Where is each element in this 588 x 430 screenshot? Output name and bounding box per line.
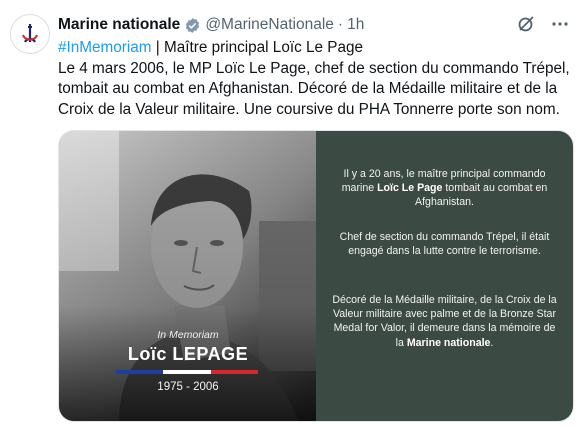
memorial-label: In Memoriam [157, 329, 219, 341]
tweet-text: #InMemoriam | Maître principal Loïc Le P… [58, 38, 578, 120]
memorial-years: 1975 - 2006 [157, 381, 219, 393]
panel-paragraph-2: Chef de section du commando Trépel, il é… [339, 231, 550, 258]
tweet-header: Marine nationale @MarineNationale · 1h [58, 14, 568, 36]
hashtag-link[interactable]: #InMemoriam [58, 39, 152, 56]
panel-paragraph-3: Décoré de la Médaille militaire, de la C… [332, 294, 557, 349]
french-flag-stripe [116, 370, 258, 374]
memorial-photo[interactable]: In Memoriam Loïc LEPAGE 1975 - 2006 [59, 131, 316, 421]
tweet-card[interactable]: Marine nationale @MarineNationale · 1h #… [0, 0, 588, 430]
marine-nationale-logo [22, 24, 38, 43]
grok-icon[interactable] [516, 14, 536, 39]
memorial-name: Loïc LEPAGE [127, 344, 249, 364]
header-separator: · [337, 16, 344, 33]
more-icon[interactable] [550, 14, 570, 39]
portrait-image [59, 131, 316, 421]
account-name[interactable]: Marine nationale [58, 16, 180, 34]
panel-paragraph-1: Il y a 20 ans, le maître principal comma… [341, 168, 548, 209]
post-time[interactable]: 1h [347, 16, 364, 34]
media-grid: In Memoriam Loïc LEPAGE 1975 - 2006 Il y… [58, 130, 574, 422]
verified-badge-icon [184, 17, 201, 34]
memorial-text-panel[interactable]: Il y a 20 ans, le maître principal comma… [316, 131, 573, 421]
account-handle[interactable]: @MarineNationale [205, 16, 334, 34]
tweet-title: | Maître principal Loïc Le Page [151, 39, 363, 56]
account-avatar[interactable] [10, 14, 50, 54]
tweet-body: Le 4 mars 2006, le MP Loïc Le Page, chef… [58, 59, 570, 118]
header-actions [516, 14, 570, 39]
